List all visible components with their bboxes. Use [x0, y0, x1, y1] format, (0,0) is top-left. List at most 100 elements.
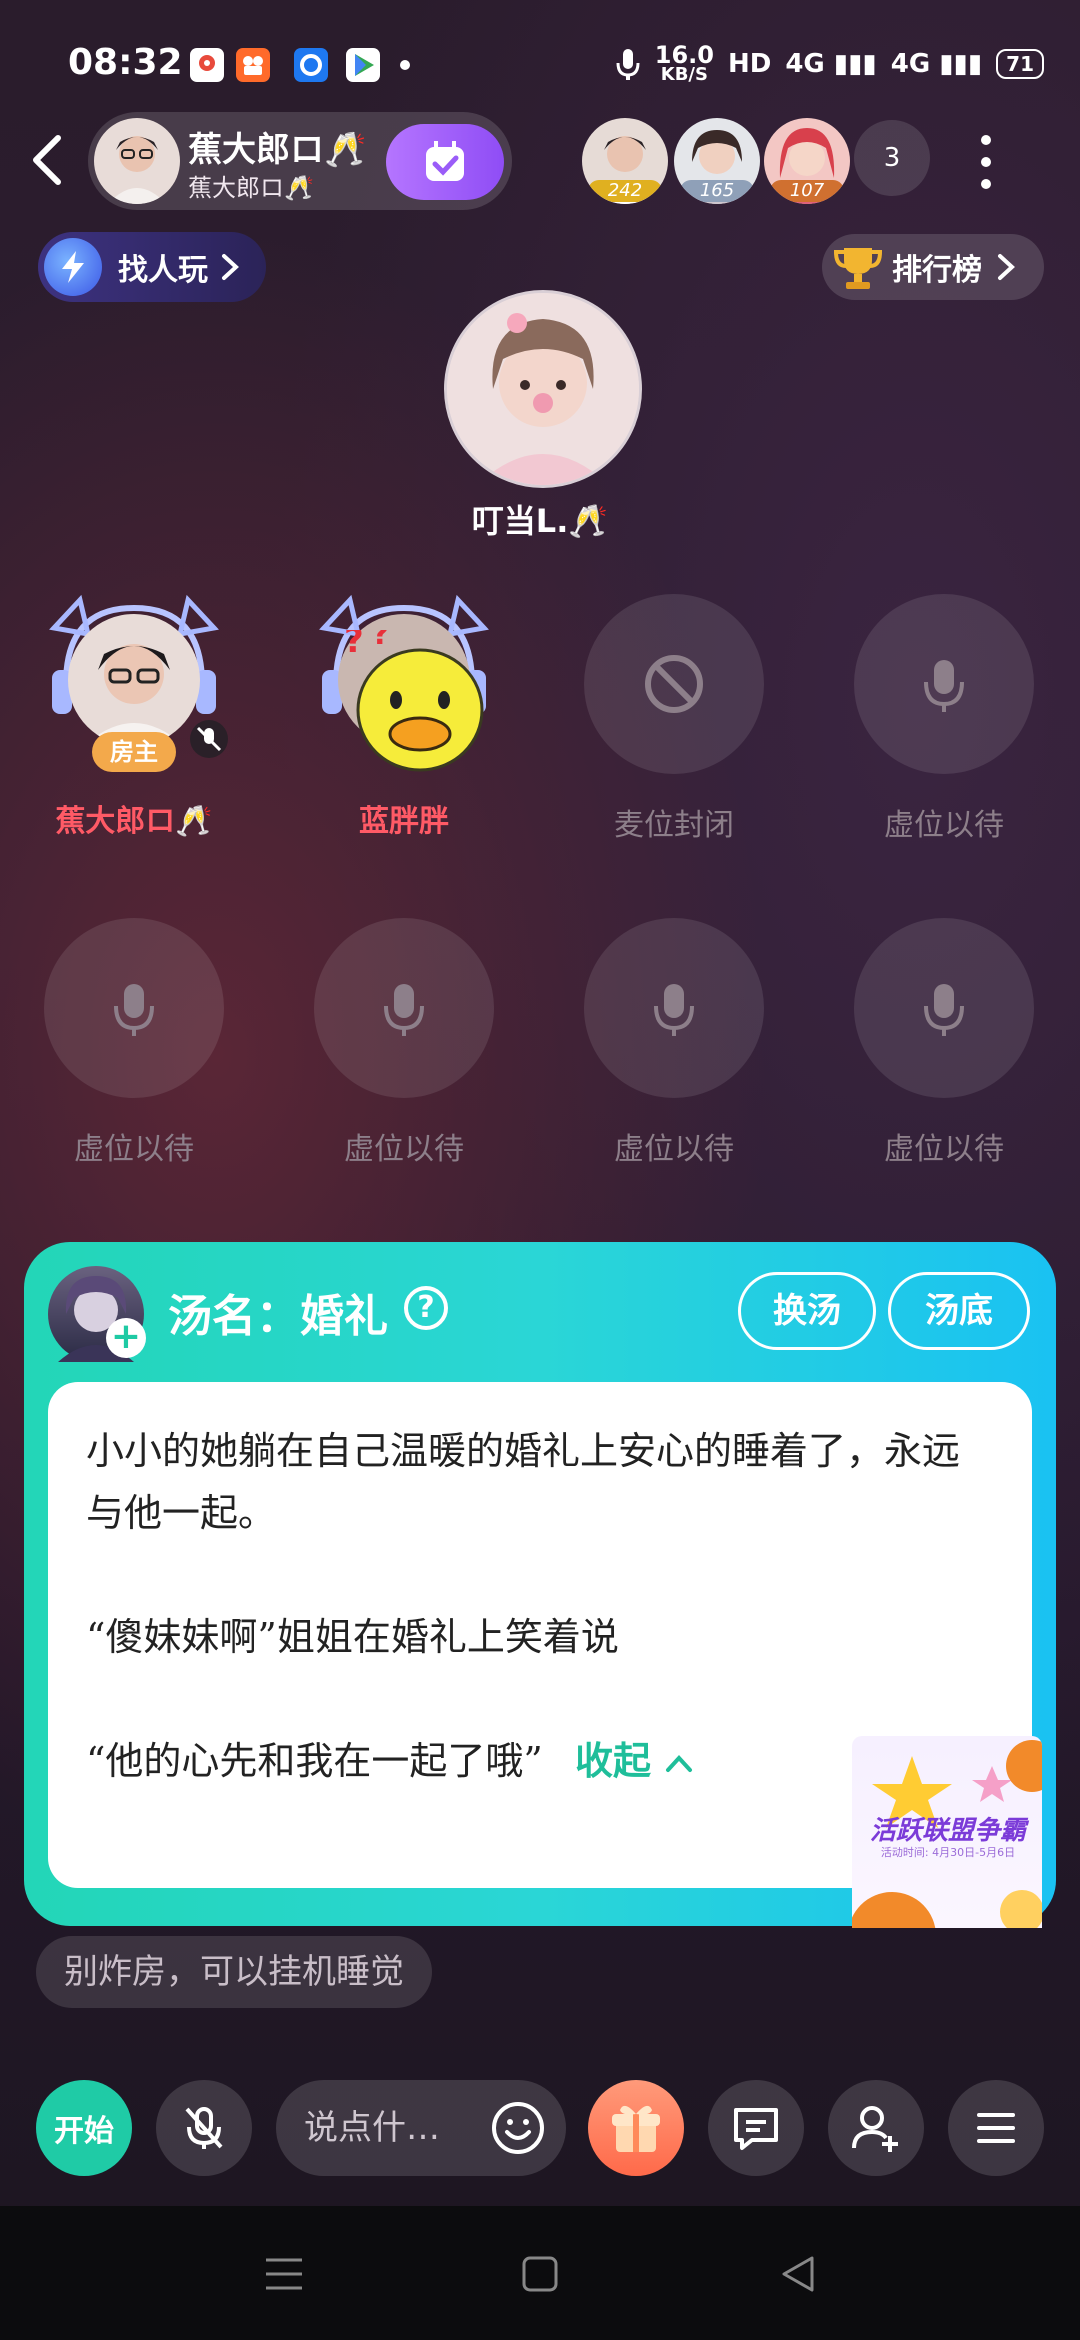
back-button[interactable] — [22, 130, 70, 190]
mic-icon — [924, 660, 964, 712]
home-icon[interactable] — [520, 2254, 560, 2294]
seat-8-empty[interactable] — [854, 918, 1034, 1098]
signal-4g-2: 4G ▮▮▮ — [890, 49, 983, 79]
signal-4g-1: 4G ▮▮▮ — [785, 49, 877, 79]
seat-4-empty[interactable] — [854, 594, 1034, 774]
gift-icon — [612, 2105, 660, 2152]
soup-text: 小小的她躺在自己温暖的婚礼上安心的睡着了，永远与他一起。 “傻妹妹啊”姐姐在婚礼… — [86, 1420, 986, 1792]
room-subtitle: 蕉大郎ロ🥂 — [188, 174, 314, 202]
help-icon[interactable]: ? — [404, 1286, 448, 1330]
chevron-up-icon — [666, 1755, 693, 1772]
room-notice: 别炸房，可以挂机睡觉 — [36, 1936, 432, 2008]
svg-text:?: ? — [344, 630, 364, 661]
event-date: 活动时间: 4月30日-5月6日 — [880, 1846, 1016, 1859]
play-store-icon — [346, 48, 380, 82]
seat-7-label: 虚位以待 — [614, 1132, 734, 1167]
seat-5-empty[interactable] — [44, 918, 224, 1098]
mic-icon — [924, 984, 964, 1036]
find-players-button[interactable]: 找人玩 — [38, 232, 266, 302]
soup-line: 小小的她躺在自己温暖的婚礼上安心的睡着了，永远与他一起。 — [86, 1429, 961, 1535]
start-button[interactable]: 开始 — [36, 2080, 132, 2176]
change-soup-button[interactable]: 换汤 — [738, 1272, 876, 1350]
plus-icon[interactable]: + — [106, 1318, 146, 1358]
lightning-icon — [44, 238, 102, 296]
seat-2[interactable]: ?? — [314, 594, 494, 774]
hd-indicator: HD — [727, 49, 772, 79]
emoji-icon[interactable] — [490, 2100, 546, 2156]
browser-app-icon — [294, 48, 328, 82]
seat-7-empty[interactable] — [584, 918, 764, 1098]
chat-input-placeholder: 说点什… — [304, 2108, 440, 2148]
online-count[interactable]: 3 — [854, 120, 930, 196]
soup-title: 汤名：婚礼 — [168, 1291, 388, 1342]
more-menu-button[interactable] — [968, 130, 1004, 194]
seat-3-closed[interactable] — [584, 594, 764, 774]
soup-line: “他的心先和我在一起了哦” — [86, 1739, 543, 1783]
seat-8-label: 虚位以待 — [884, 1132, 1004, 1167]
follow-room-button[interactable] — [386, 124, 504, 200]
mic-icon — [384, 984, 424, 1036]
net-speed: 16.0 KB/S — [654, 41, 714, 85]
checkbox-check-icon — [426, 141, 464, 181]
room-info[interactable]: 蕉大郎ロ🥂 蕉大郎ロ🥂 — [88, 112, 512, 210]
yellow-duck-icon: ?? — [344, 630, 484, 772]
collapse-button[interactable]: 收起 — [575, 1738, 694, 1783]
host-name: 叮当L.🥂 — [471, 502, 609, 540]
room-avatar[interactable] — [94, 118, 180, 204]
seat-6-label: 虚位以待 — [344, 1132, 464, 1167]
online-user-avatar[interactable]: 242 — [582, 118, 668, 204]
room-title: 蕉大郎ロ🥂 — [188, 130, 367, 170]
chat-bubble-icon — [734, 2108, 778, 2150]
messages-button[interactable] — [708, 2080, 804, 2176]
mute-mic-button[interactable] — [156, 2080, 252, 2176]
notification-dot — [400, 60, 410, 70]
trophy-icon — [833, 248, 883, 289]
owner-tag: 房主 — [92, 732, 176, 772]
status-icons: 16.0 KB/S HD 4G ▮▮▮ 4G ▮▮▮ 71 — [615, 41, 1044, 85]
mic-off-icon — [185, 2107, 223, 2149]
recent-apps-icon[interactable] — [262, 2254, 306, 2294]
battery-icon: 71 — [996, 49, 1044, 79]
event-title: 活跃联盟争霸 — [869, 1816, 1026, 1846]
seat-3-label: 麦位封闭 — [614, 808, 734, 843]
online-user-avatar[interactable]: 107 — [764, 118, 850, 204]
seat-6-empty[interactable] — [314, 918, 494, 1098]
online-user-avatar[interactable]: 165 — [674, 118, 760, 204]
chevron-right-icon — [222, 254, 239, 280]
clock: 08:32 — [68, 42, 183, 83]
more-vertical-icon — [981, 135, 991, 189]
leaderboard-label: 排行榜 — [892, 253, 982, 288]
system-nav-bar — [0, 2206, 1080, 2340]
mic-icon — [654, 984, 694, 1036]
map-app-icon — [190, 48, 224, 82]
gift-button[interactable] — [588, 2080, 684, 2176]
invite-user-button[interactable] — [828, 2080, 924, 2176]
seat-1-avatar — [68, 614, 200, 746]
find-players-label: 找人玩 — [118, 253, 208, 288]
host-avatar[interactable] — [444, 290, 642, 488]
status-bar: 08:32 16.0 KB/S HD 4G ▮▮▮ 4G ▮▮▮ 71 — [0, 0, 1080, 120]
add-user-icon — [852, 2106, 898, 2152]
back-triangle-icon[interactable] — [778, 2254, 818, 2294]
online-user-badge: 165 — [680, 180, 754, 202]
seat-5-label: 虚位以待 — [74, 1132, 194, 1167]
soup-answer-button[interactable]: 汤底 — [888, 1272, 1030, 1350]
seat-1-name: 蕉大郎ロ🥂 — [55, 804, 213, 839]
svg-text:?: ? — [372, 630, 389, 652]
soup-line: “傻妹妹啊”姐姐在婚礼上笑着说 — [86, 1615, 619, 1659]
event-banner[interactable]: 活跃联盟争霸 活动时间: 4月30日-5月6日 — [852, 1736, 1042, 1928]
seat-2-name: 蓝胖胖 — [359, 804, 449, 839]
online-user-badge: 107 — [770, 180, 844, 202]
leaderboard-button[interactable]: 排行榜 — [822, 234, 1044, 300]
chat-input[interactable]: 说点什… — [276, 2080, 566, 2176]
online-user-badge: 242 — [588, 180, 662, 202]
mic-muted-icon — [190, 720, 228, 758]
menu-button[interactable] — [948, 2080, 1044, 2176]
chevron-left-icon — [33, 135, 61, 185]
seat-4-label: 虚位以待 — [884, 808, 1004, 843]
video-app-icon — [236, 48, 270, 82]
blocked-icon — [645, 655, 703, 713]
chevron-right-icon — [998, 254, 1015, 280]
mic-icon — [114, 984, 154, 1036]
mic-icon — [616, 49, 640, 80]
